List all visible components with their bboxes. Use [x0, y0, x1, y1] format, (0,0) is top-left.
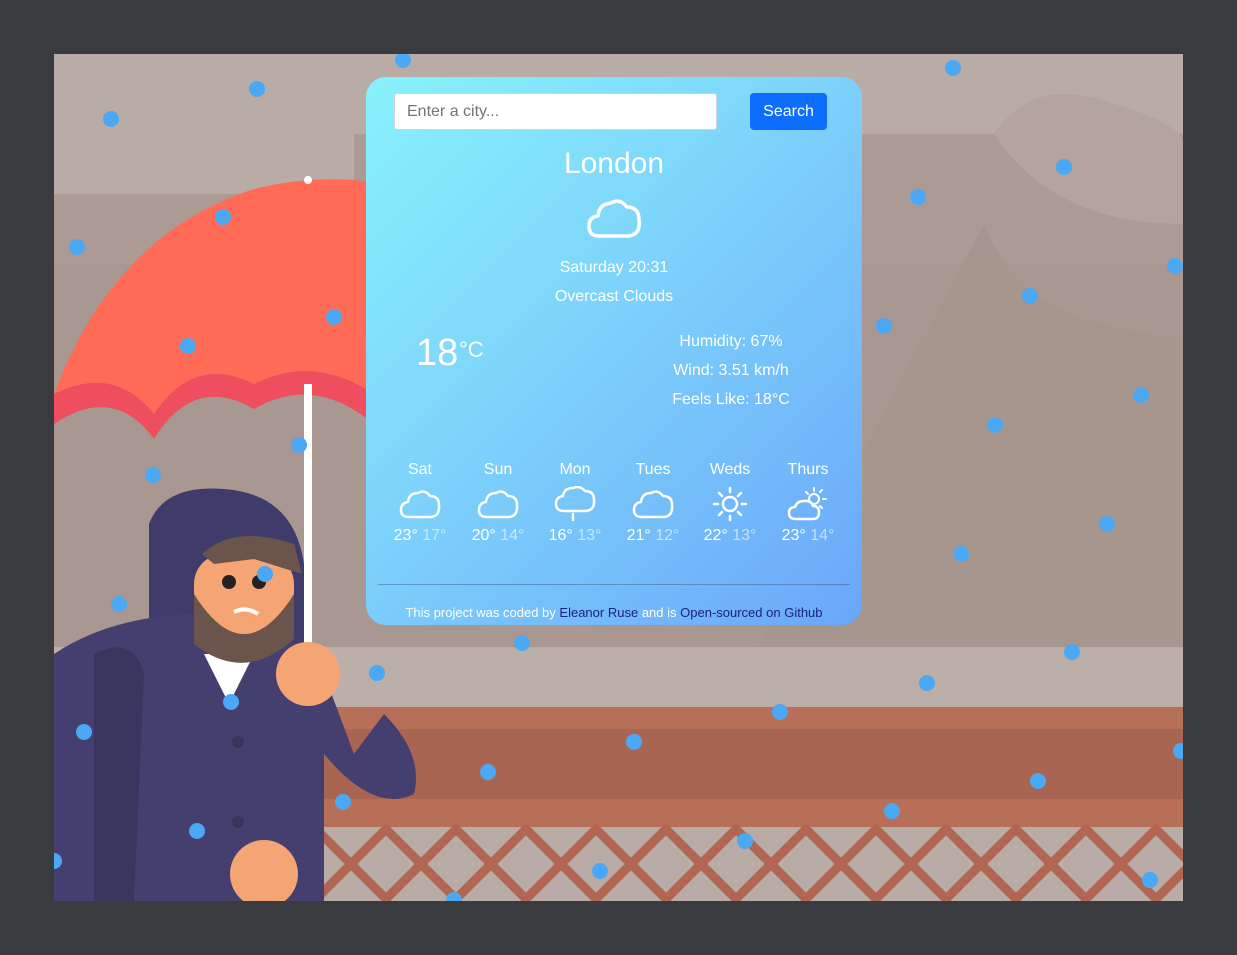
raindrop: [514, 635, 530, 651]
forecast-max: 20°: [471, 527, 496, 544]
raindrop: [335, 794, 351, 810]
raindrop: [257, 566, 273, 582]
raindrop: [111, 596, 127, 612]
raindrop: [626, 734, 642, 750]
forecast-min: 17°: [422, 527, 447, 544]
raindrop: [215, 209, 231, 225]
raindrop: [76, 724, 92, 740]
temperature-unit[interactable]: °C: [459, 337, 484, 363]
rain-cloud-icon: [554, 486, 596, 522]
partly-cloudy-icon: [787, 487, 827, 521]
cloud-icon: [587, 199, 642, 238]
raindrop: [1173, 743, 1183, 759]
raindrop: [884, 803, 900, 819]
raindrop: [919, 675, 935, 691]
footer: This project was coded by Eleanor Ruse a…: [366, 605, 862, 620]
forecast-max: 22°: [703, 527, 728, 544]
cloud-icon: [477, 490, 519, 519]
forecast-day: Thurs 23° 14°: [773, 461, 843, 545]
github-link[interactable]: Open-sourced on Github: [680, 605, 822, 620]
footer-text: This project was coded by: [405, 605, 556, 620]
raindrop: [326, 309, 342, 325]
forecast-day: Sat 23° 17°: [385, 461, 455, 545]
forecast-day: Mon 16° 13°: [540, 461, 610, 545]
wind-speed: Wind: 3.51 km/h: [673, 362, 789, 379]
raindrop: [1056, 159, 1072, 175]
raindrop: [1022, 288, 1038, 304]
raindrop: [446, 892, 462, 901]
forecast-min: 14°: [810, 527, 835, 544]
forecast-day-name: Tues: [635, 461, 671, 478]
raindrop: [69, 239, 85, 255]
raindrop: [1142, 872, 1158, 888]
forecast-day-name: Mon: [559, 461, 591, 478]
forecast-day: Weds 22° 13°: [695, 461, 765, 545]
forecast-min: 14°: [500, 527, 525, 544]
raindrop: [1030, 773, 1046, 789]
city-name: London: [563, 147, 665, 180]
forecast-min: 12°: [655, 527, 680, 544]
forecast-day-name: Sun: [483, 461, 513, 478]
forecast-day: Sun 20° 14°: [463, 461, 533, 545]
humidity: Humidity: 67%: [679, 333, 783, 350]
raindrop: [945, 60, 961, 76]
raindrop: [395, 54, 411, 68]
sun-icon: [712, 486, 748, 522]
forecast-min: 13°: [577, 527, 602, 544]
forecast-day: Tues 21° 12°: [618, 461, 688, 545]
search-button[interactable]: Search: [750, 93, 827, 130]
raindrop: [987, 417, 1003, 433]
author-link[interactable]: Eleanor Ruse: [559, 605, 638, 620]
cloud-icon: [399, 490, 441, 519]
raindrop: [876, 318, 892, 334]
weather-description: Overcast Clouds: [554, 288, 674, 305]
raindrop: [180, 338, 196, 354]
raindrop: [223, 694, 239, 710]
forecast-max: 23°: [393, 527, 418, 544]
current-temperature: 18: [416, 332, 459, 374]
raindrop: [1099, 516, 1115, 532]
raindrop: [1064, 644, 1080, 660]
raindrop: [249, 81, 265, 97]
forecast-min: 13°: [732, 527, 757, 544]
forecast-max: 21°: [626, 527, 651, 544]
raindrop: [737, 833, 753, 849]
raindrop: [910, 189, 926, 205]
weather-card: Search London Saturday 20:31 Overcast Cl…: [366, 77, 862, 625]
raindrop: [592, 863, 608, 879]
feels-like: Feels Like: 18°C: [672, 391, 790, 408]
raindrop: [54, 853, 62, 869]
raindrop: [103, 111, 119, 127]
raindrop: [953, 546, 969, 562]
forecast-day-name: Sat: [407, 461, 432, 478]
forecast-max: 16°: [548, 527, 573, 544]
raindrop: [1133, 387, 1149, 403]
forecast-day-name: Thurs: [787, 461, 829, 478]
raindrop: [772, 704, 788, 720]
forecast-day-name: Weds: [709, 461, 751, 478]
raindrop: [1167, 258, 1183, 274]
raindrop: [291, 437, 307, 453]
raindrop: [369, 665, 385, 681]
search-input[interactable]: [394, 93, 717, 130]
forecast-max: 23°: [781, 527, 806, 544]
divider: [378, 584, 850, 585]
date-time: Saturday 20:31: [559, 259, 669, 276]
cloud-icon: [632, 490, 674, 519]
raindrop: [145, 467, 161, 483]
raindrop: [189, 823, 205, 839]
footer-text: and is: [641, 605, 677, 620]
raindrop: [480, 764, 496, 780]
